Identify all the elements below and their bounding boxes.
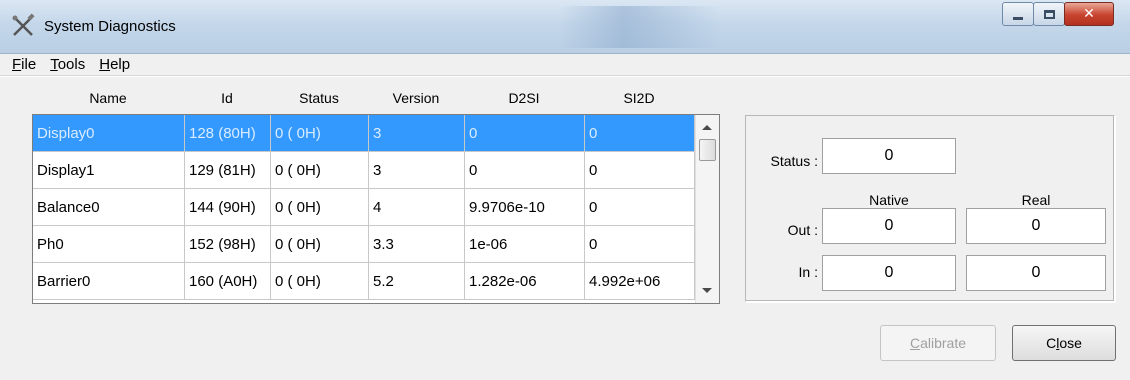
- menu-file-mnemonic: F: [12, 56, 22, 73]
- menu-file-label: ile: [21, 56, 37, 73]
- table-vertical-scrollbar[interactable]: [695, 115, 719, 303]
- cell-name: Ph0: [33, 226, 185, 263]
- in-label: In :: [798, 264, 818, 280]
- cell-si2d: 0: [585, 152, 695, 189]
- menu-help-mnemonic: H: [99, 56, 111, 73]
- scroll-thumb[interactable]: [699, 139, 716, 161]
- real-column-header: Real: [1021, 192, 1051, 208]
- minimize-button[interactable]: [1002, 2, 1034, 26]
- title-bar-reflection: [560, 6, 720, 48]
- cell-si2d: 0: [585, 189, 695, 226]
- cell-version: 3.3: [369, 226, 465, 263]
- cell-status: 0 ( 0H): [271, 226, 369, 263]
- column-header-name[interactable]: Name: [32, 90, 184, 106]
- cell-id: 152 (98H): [185, 226, 271, 263]
- cell-name: Display1: [33, 152, 185, 189]
- table-row[interactable]: Display0 128 (80H) 0 ( 0H) 3 0 0: [33, 115, 695, 152]
- table-row[interactable]: Display1 129 (81H) 0 ( 0H) 3 0 0: [33, 152, 695, 189]
- table-row[interactable]: Ph0 152 (98H) 0 ( 0H) 3.3 1e-06 0: [33, 226, 695, 263]
- column-header-status[interactable]: Status: [270, 90, 368, 106]
- column-header-d2si[interactable]: D2SI: [464, 90, 584, 106]
- status-label: Status :: [770, 153, 818, 169]
- cell-version: 3: [369, 115, 465, 152]
- cell-d2si: 0: [465, 115, 585, 152]
- cell-si2d: 0: [585, 115, 695, 152]
- close-label-start: C: [1046, 335, 1057, 351]
- menu-tools-mnemonic: T: [50, 56, 58, 73]
- column-header-version[interactable]: Version: [368, 90, 464, 106]
- out-label: Out :: [787, 222, 818, 238]
- table-row[interactable]: Balance0 144 (90H) 0 ( 0H) 4 9.9706e-10 …: [33, 189, 695, 226]
- calibrate-button[interactable]: Calibrate: [880, 325, 996, 361]
- menu-help[interactable]: Help: [99, 56, 130, 73]
- native-column-header: Native: [869, 192, 909, 208]
- cell-d2si: 1e-06: [465, 226, 585, 263]
- close-icon: ✕: [1083, 6, 1095, 22]
- menu-bar: File Tools Help: [0, 54, 1130, 76]
- menu-tools-label: ools: [57, 56, 86, 73]
- cell-id: 144 (90H): [185, 189, 271, 226]
- window-title: System Diagnostics: [44, 18, 176, 35]
- scroll-up-arrow-icon[interactable]: [702, 125, 712, 130]
- out-real-field: 0: [966, 208, 1106, 244]
- calibrate-label: alibrate: [920, 335, 967, 351]
- maximize-icon: [1043, 9, 1055, 19]
- close-label-end: ose: [1059, 335, 1082, 351]
- cell-name: Display0: [33, 115, 185, 152]
- cell-d2si: 9.9706e-10: [465, 189, 585, 226]
- cell-id: 128 (80H): [185, 115, 271, 152]
- device-table[interactable]: Display0 128 (80H) 0 ( 0H) 3 0 0 Display…: [32, 114, 720, 304]
- cell-name: Barrier0: [33, 263, 185, 300]
- close-button[interactable]: Close: [1012, 325, 1116, 361]
- in-real-field: 0: [966, 255, 1106, 291]
- menu-file[interactable]: File: [12, 56, 36, 73]
- column-header-id[interactable]: Id: [184, 90, 270, 106]
- minimize-icon: [1013, 16, 1023, 20]
- status-value-field: 0: [822, 138, 956, 174]
- cell-status: 0 ( 0H): [271, 263, 369, 300]
- cell-d2si: 1.282e-06: [465, 263, 585, 300]
- close-window-button[interactable]: ✕: [1064, 2, 1114, 26]
- cell-id: 160 (A0H): [185, 263, 271, 300]
- cell-si2d: 0: [585, 226, 695, 263]
- cell-si2d: 4.992e+06: [585, 263, 695, 300]
- cell-name: Balance0: [33, 189, 185, 226]
- window-controls: ✕: [1002, 2, 1114, 26]
- cell-d2si: 0: [465, 152, 585, 189]
- cell-id: 129 (81H): [185, 152, 271, 189]
- cell-status: 0 ( 0H): [271, 189, 369, 226]
- cell-version: 5.2: [369, 263, 465, 300]
- table-row[interactable]: Barrier0 160 (A0H) 0 ( 0H) 5.2 1.282e-06…: [33, 263, 695, 300]
- out-native-field: 0: [822, 208, 956, 244]
- cell-version: 4: [369, 189, 465, 226]
- cell-status: 0 ( 0H): [271, 115, 369, 152]
- menu-help-label: elp: [110, 56, 131, 73]
- cell-version: 3: [369, 152, 465, 189]
- crossed-tools-icon: [12, 13, 35, 36]
- title-bar[interactable]: System Diagnostics ✕: [0, 0, 1130, 54]
- calibrate-mnemonic: C: [909, 335, 921, 351]
- cell-status: 0 ( 0H): [271, 152, 369, 189]
- menu-tools[interactable]: Tools: [50, 56, 85, 73]
- scroll-down-arrow-icon[interactable]: [702, 288, 712, 293]
- maximize-button[interactable]: [1033, 2, 1065, 26]
- in-native-field: 0: [822, 255, 956, 291]
- column-header-si2d[interactable]: SI2D: [584, 90, 694, 106]
